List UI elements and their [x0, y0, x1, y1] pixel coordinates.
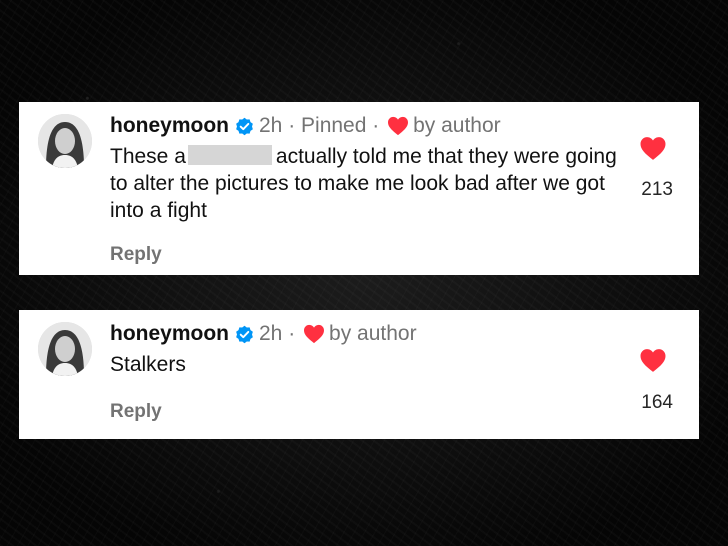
comment-text-start: These a — [110, 145, 186, 168]
reply-button[interactable]: Reply — [110, 401, 162, 423]
pinned-label: Pinned — [301, 114, 367, 137]
author-liked-heart-icon — [303, 324, 325, 344]
avatar[interactable] — [38, 322, 92, 376]
comment-body: These a actually told me that they were g… — [110, 143, 630, 224]
separator-dot: · — [282, 322, 302, 345]
avatar[interactable] — [38, 114, 92, 168]
like-heart-icon[interactable] — [639, 136, 667, 161]
verified-badge-icon — [235, 325, 254, 344]
username[interactable]: honeymoon — [110, 114, 229, 138]
liked-by-author-label: by author — [413, 114, 501, 137]
liked-by-author-label: by author — [329, 322, 417, 345]
reply-button[interactable]: Reply — [110, 244, 162, 266]
author-liked-heart-icon — [387, 116, 409, 136]
comment-body: Stalkers — [110, 353, 186, 376]
comment-header: honeymoon 2h · by author — [110, 321, 417, 347]
comment-time: 2h — [259, 322, 283, 345]
separator-dot: · — [366, 114, 386, 137]
redaction-block — [187, 145, 272, 165]
comment-time: 2h — [259, 114, 283, 137]
like-count: 213 — [641, 179, 673, 200]
username[interactable]: honeymoon — [110, 322, 229, 346]
comment-header: honeymoon 2h · Pinned · by author — [110, 113, 501, 139]
comment-card: honeymoon 2h · by author Stalkers Reply … — [19, 310, 699, 439]
verified-badge-icon — [235, 117, 254, 136]
like-heart-icon[interactable] — [639, 348, 667, 373]
comment-text-rest: actually told me that they were going to… — [110, 145, 617, 222]
like-count: 164 — [641, 392, 673, 413]
comment-card: honeymoon 2h · Pinned · by author These … — [19, 102, 699, 275]
separator-dot: · — [282, 114, 302, 137]
